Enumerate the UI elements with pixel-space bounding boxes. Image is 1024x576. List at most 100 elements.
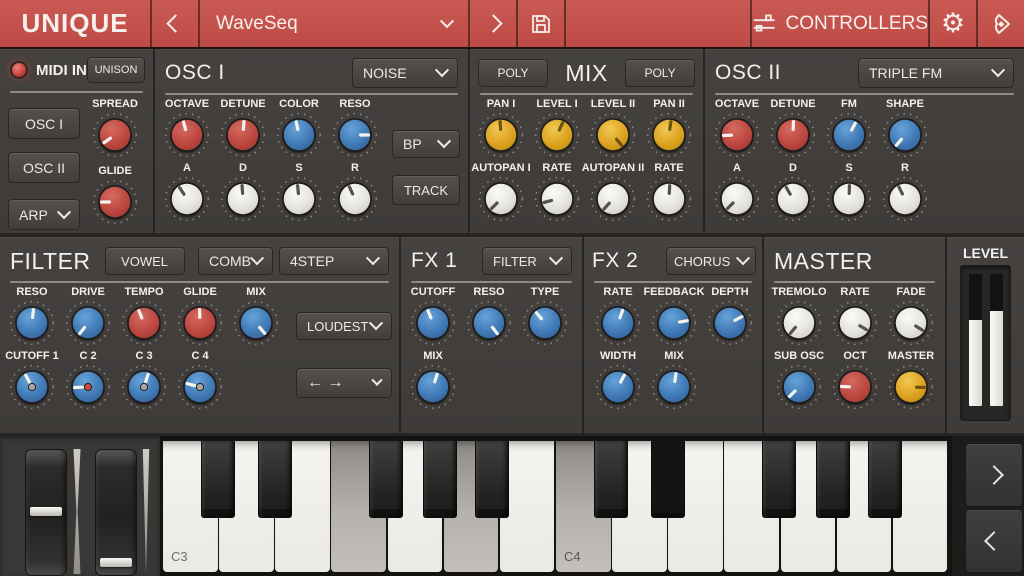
settings-button[interactable]: ⚙	[930, 0, 978, 47]
knob-rate[interactable]	[533, 175, 581, 223]
knob-reso[interactable]	[465, 299, 513, 347]
filter-type-dropdown[interactable]: COMB	[198, 247, 273, 275]
filter-mode-dropdown[interactable]: LOUDEST	[296, 312, 392, 340]
black-key-g-4[interactable]	[816, 441, 850, 518]
next-preset-button[interactable]	[470, 0, 518, 47]
knob-sub-osc[interactable]	[775, 363, 823, 411]
fx2-type-dropdown[interactable]: CHORUS	[666, 247, 756, 275]
osc1-filter-dropdown[interactable]: BP	[392, 130, 460, 158]
vendor-logo-button[interactable]	[978, 0, 1024, 47]
knob-width[interactable]	[594, 363, 642, 411]
knob-octave[interactable]	[713, 111, 761, 159]
filter-step-dropdown[interactable]: 4STEP	[279, 247, 389, 275]
knob-glide[interactable]	[91, 178, 139, 226]
knob-cell-glide: GLIDE	[87, 164, 143, 226]
divider	[411, 281, 572, 283]
filter-vowel-button[interactable]: VOWEL	[105, 247, 185, 275]
knob-master[interactable]	[887, 363, 935, 411]
knob-mix[interactable]	[650, 363, 698, 411]
save-preset-button[interactable]	[518, 0, 566, 47]
arp-dropdown[interactable]: ARP	[8, 199, 80, 230]
mix-poly-left-button[interactable]: POLY	[478, 59, 548, 87]
knob-level-ii[interactable]	[589, 111, 637, 159]
black-key-a-4[interactable]	[868, 441, 902, 518]
preset-selector[interactable]: WaveSeq	[200, 0, 470, 47]
knob-spread[interactable]	[91, 111, 139, 159]
knob-tremolo[interactable]	[775, 299, 823, 347]
knob-autopan-ii[interactable]	[589, 175, 637, 223]
black-key-g-3[interactable]	[423, 441, 457, 518]
knob-a[interactable]	[163, 175, 211, 223]
black-key-d-4[interactable]	[651, 441, 685, 518]
pitch-range-indicator	[72, 449, 82, 574]
knob-c-3[interactable]	[120, 363, 168, 411]
osc1-track-button[interactable]: TRACK	[392, 175, 460, 205]
knob-type[interactable]	[521, 299, 569, 347]
knob-c-2[interactable]	[64, 363, 112, 411]
knob-rate[interactable]	[645, 175, 693, 223]
knob-pan-ii[interactable]	[645, 111, 693, 159]
knob-reso[interactable]	[8, 299, 56, 347]
knob-octave[interactable]	[163, 111, 211, 159]
osc1-edit-button[interactable]: OSC I	[8, 108, 80, 139]
knob-detune[interactable]	[769, 111, 817, 159]
knob-glide[interactable]	[176, 299, 224, 347]
mod-wheel[interactable]	[95, 449, 137, 576]
controllers-button[interactable]: CONTROLLERS	[752, 0, 930, 47]
knob-reso[interactable]	[331, 111, 379, 159]
knob-c-4[interactable]	[176, 363, 224, 411]
osc2-mode-dropdown[interactable]: TRIPLE FM	[858, 58, 1014, 88]
prev-preset-button[interactable]	[152, 0, 200, 47]
knob-r[interactable]	[331, 175, 379, 223]
mod-wheel-marker	[100, 558, 132, 567]
chevron-left-icon	[984, 531, 1004, 551]
black-key-c-4[interactable]	[594, 441, 628, 518]
knob-s[interactable]	[275, 175, 323, 223]
knob-oct[interactable]	[831, 363, 879, 411]
knob-rate[interactable]	[594, 299, 642, 347]
knob-cell-pan-i: PAN I	[473, 97, 529, 159]
knob-drive[interactable]	[64, 299, 112, 347]
knob-level-i[interactable]	[533, 111, 581, 159]
mix-poly-right-button[interactable]: POLY	[625, 59, 695, 87]
knob-rate[interactable]	[831, 299, 879, 347]
knob-mix[interactable]	[409, 363, 457, 411]
chevron-down-icon	[250, 251, 264, 265]
black-key-d-3[interactable]	[258, 441, 292, 518]
controllers-label: CONTROLLERS	[785, 13, 928, 35]
black-key-f-4[interactable]	[762, 441, 796, 518]
black-key-f-3[interactable]	[369, 441, 403, 518]
filter-direction-dropdown[interactable]: ← →	[296, 368, 392, 398]
fx1-type-dropdown[interactable]: FILTER	[482, 247, 572, 275]
knob-r[interactable]	[881, 175, 929, 223]
knob-cutoff[interactable]	[409, 299, 457, 347]
knob-d[interactable]	[219, 175, 267, 223]
knob-d[interactable]	[769, 175, 817, 223]
octave-down-button[interactable]	[965, 509, 1023, 573]
unison-button[interactable]: UNISON	[87, 57, 145, 83]
knob-color[interactable]	[275, 111, 323, 159]
knob-feedback[interactable]	[650, 299, 698, 347]
knob-cutoff-1[interactable]	[8, 363, 56, 411]
knob-cell-reso: RESO	[461, 285, 517, 347]
osc1-title: OSC I	[165, 61, 225, 85]
knob-depth[interactable]	[706, 299, 754, 347]
knob-pan-i[interactable]	[477, 111, 525, 159]
knob-fade[interactable]	[887, 299, 935, 347]
pitch-bend-wheel[interactable]	[25, 449, 67, 576]
octave-up-button[interactable]	[965, 443, 1023, 507]
knob-a[interactable]	[713, 175, 761, 223]
black-key-a-3[interactable]	[475, 441, 509, 518]
chevron-down-icon	[991, 63, 1005, 77]
knob-shape[interactable]	[881, 111, 929, 159]
knob-autopan-i[interactable]	[477, 175, 525, 223]
knob-cell-mix: MIX	[405, 349, 461, 411]
black-key-c-3[interactable]	[201, 441, 235, 518]
knob-detune[interactable]	[219, 111, 267, 159]
osc2-edit-button[interactable]: OSC II	[8, 152, 80, 183]
osc1-mode-dropdown[interactable]: NOISE	[352, 58, 458, 88]
knob-s[interactable]	[825, 175, 873, 223]
knob-fm[interactable]	[825, 111, 873, 159]
knob-mix[interactable]	[232, 299, 280, 347]
knob-tempo[interactable]	[120, 299, 168, 347]
